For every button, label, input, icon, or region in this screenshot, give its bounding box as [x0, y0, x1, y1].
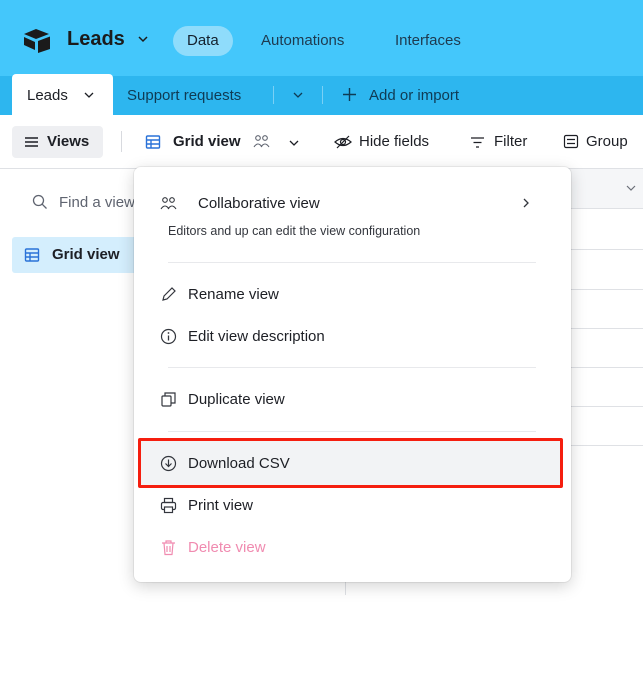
menu-divider [168, 262, 536, 263]
hide-eye-icon [334, 135, 352, 149]
menu-divider [168, 431, 536, 432]
chevron-down-icon[interactable] [292, 89, 304, 101]
grid-icon [145, 135, 161, 149]
chevron-down-icon[interactable] [136, 32, 150, 46]
views-sidebar [0, 169, 140, 595]
duplicate-view-item[interactable]: Duplicate view [188, 391, 285, 408]
rename-view-item[interactable]: Rename view [188, 286, 279, 303]
tab-support-requests[interactable]: Support requests [127, 87, 241, 104]
grid-row-line [565, 249, 643, 250]
group-icon [563, 134, 579, 149]
pencil-icon [162, 287, 176, 301]
base-name[interactable]: Leads [67, 28, 125, 51]
chevron-right-icon[interactable] [520, 197, 532, 209]
nav-data-tab[interactable]: Data [173, 26, 233, 56]
chevron-down-icon[interactable] [83, 89, 95, 101]
edit-view-description-item[interactable]: Edit view description [188, 328, 325, 345]
blank-area [0, 595, 643, 685]
grid-row-line [565, 289, 643, 290]
sidebar-item-label: Grid view [52, 246, 120, 263]
duplicate-icon [161, 392, 176, 407]
plus-icon[interactable] [342, 87, 357, 102]
download-icon [160, 455, 177, 472]
menu-icon [25, 137, 38, 147]
tab-leads-label: Leads [27, 87, 68, 104]
tab-divider [273, 86, 274, 104]
menu-divider [168, 367, 536, 368]
filter-button[interactable]: Filter [494, 133, 527, 150]
download-csv-item[interactable]: Download CSV [188, 455, 290, 472]
filter-icon [471, 137, 484, 148]
delete-view-item[interactable]: Delete view [188, 539, 266, 556]
printer-icon [160, 497, 177, 514]
grid-row-line [565, 445, 643, 446]
nav-interfaces-tab[interactable]: Interfaces [381, 26, 475, 56]
print-view-item[interactable]: Print view [188, 497, 253, 514]
airtable-logo-icon[interactable] [23, 27, 51, 53]
tab-divider [322, 86, 323, 104]
trash-icon [162, 540, 175, 556]
add-or-import-button[interactable]: Add or import [369, 87, 459, 104]
current-view-name[interactable]: Grid view [173, 133, 241, 150]
hide-fields-button[interactable]: Hide fields [359, 133, 429, 150]
search-icon [32, 194, 47, 209]
toolbar-divider [121, 131, 122, 152]
collaborative-icon [160, 197, 177, 210]
chevron-down-icon[interactable] [288, 137, 300, 149]
views-label: Views [47, 133, 90, 150]
find-view-input[interactable]: Find a view [59, 194, 139, 211]
grid-icon [24, 248, 40, 262]
grid-row-line [565, 367, 643, 368]
collaborative-view-description: Editors and up can edit the view configu… [168, 224, 421, 238]
collaborative-view-item[interactable]: Collaborative view [198, 195, 320, 212]
grid-row-line [565, 328, 643, 329]
grid-row-line [565, 406, 643, 407]
info-icon [160, 328, 177, 345]
group-button[interactable]: Group [586, 133, 628, 150]
nav-automations-tab[interactable]: Automations [247, 26, 358, 56]
collaborative-icon [253, 135, 270, 148]
chevron-down-icon[interactable] [625, 182, 637, 194]
